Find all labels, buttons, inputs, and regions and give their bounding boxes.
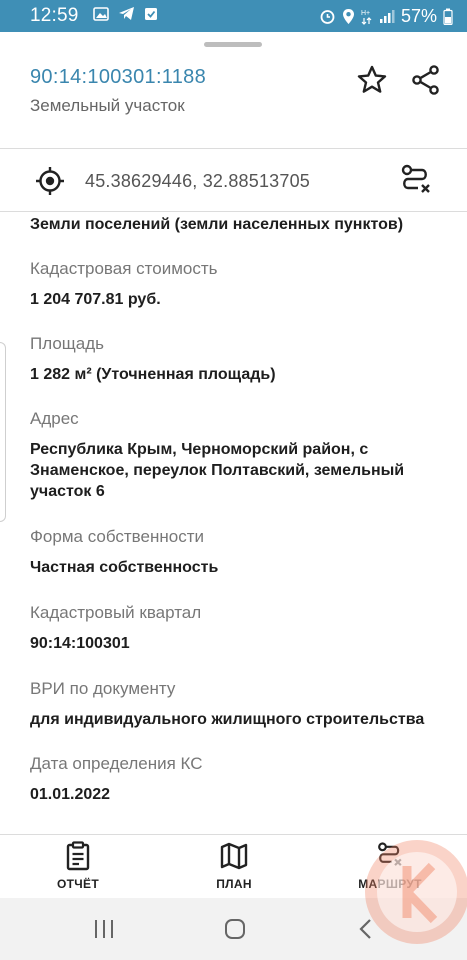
back-icon	[359, 919, 371, 939]
field-label: ВРИ по документу	[30, 679, 176, 698]
field-cadastral-quarter: Кадастровый квартал 90:14:100301	[30, 603, 460, 654]
field-value: 01.01.2022	[30, 786, 111, 803]
share-button[interactable]	[406, 62, 446, 98]
nav-plan-button[interactable]: ПЛАН	[206, 841, 262, 891]
report-icon	[66, 841, 90, 871]
field-label: Кадастровая стоимость	[30, 259, 218, 278]
header-divider	[0, 148, 467, 149]
land-category: Земли поселений (земли населенных пункто…	[30, 214, 460, 235]
field-value: 1 282 м² (Уточненная площадь)	[30, 366, 276, 383]
sheet-drag-handle[interactable]	[204, 42, 262, 47]
favorite-button[interactable]	[352, 62, 392, 98]
field-label: Площадь	[30, 334, 105, 353]
route-icon[interactable]	[398, 164, 434, 198]
object-type: Земельный участок	[30, 96, 185, 115]
coordinates-row: 45.38629446, 32.88513705	[0, 152, 467, 210]
field-value: 1 204 707.81 руб.	[30, 291, 161, 308]
nav-report-button[interactable]: ОТЧЁТ	[50, 841, 106, 891]
star-icon	[357, 65, 387, 93]
home-icon	[225, 919, 245, 939]
field-address: Адрес Республика Крым, Черноморский райо…	[30, 409, 455, 502]
battery-icon	[443, 8, 453, 25]
battery-percent: 57%	[400, 5, 437, 26]
status-bar: 12:59 H+ 57%	[0, 0, 467, 32]
share-icon	[412, 65, 439, 95]
nav-label: ОТЧЁТ	[57, 877, 99, 891]
status-time: 12:59	[30, 5, 79, 26]
home-button[interactable]	[213, 912, 257, 946]
recent-apps-button[interactable]	[82, 912, 126, 946]
field-cadastral-value: Кадастровая стоимость 1 204 707.81 руб.	[30, 259, 460, 310]
nav-route-button[interactable]: МАРШРУТ	[350, 841, 430, 891]
field-label: Кадастровый квартал	[30, 603, 202, 622]
side-panel-tab[interactable]	[0, 342, 6, 522]
coordinates-value[interactable]: 45.38629446, 32.88513705	[85, 171, 310, 192]
object-header: 90:14:100301:1188 Земельный участок	[0, 48, 467, 146]
hplus-network-icon: H+	[361, 8, 373, 25]
field-value: 90:14:100301	[30, 635, 130, 652]
nav-label: МАРШРУТ	[358, 877, 422, 891]
gallery-icon	[92, 6, 109, 26]
field-label: Адрес	[30, 409, 79, 428]
recent-apps-icon	[95, 920, 113, 938]
field-label: Дата определения КС	[30, 754, 203, 773]
cadastral-number: 90:14:100301:1188	[30, 66, 207, 88]
system-navigation-bar	[0, 898, 467, 960]
nav-label: ПЛАН	[216, 877, 252, 891]
details-list[interactable]: Земли поселений (земли населенных пункто…	[0, 212, 467, 832]
telegram-icon	[118, 6, 135, 26]
svg-text:H+: H+	[361, 10, 370, 17]
field-value: Частная собственность	[30, 559, 219, 576]
field-area: Площадь 1 282 м² (Уточненная площадь)	[30, 334, 460, 385]
field-label: Форма собственности	[30, 527, 204, 546]
route-icon	[378, 842, 402, 866]
bottom-navigation: ОТЧЁТ ПЛАН МАРШРУТ	[0, 834, 467, 898]
field-permitted-use: ВРИ по документу для индивидуального жил…	[30, 679, 460, 730]
field-value: Республика Крым, Черноморский район, с З…	[30, 441, 405, 500]
field-valuation-date: Дата определения КС 01.01.2022	[30, 754, 460, 805]
field-ownership: Форма собственности Частная собственност…	[30, 527, 460, 578]
back-button[interactable]	[344, 912, 388, 946]
signal-icon	[379, 9, 395, 24]
locate-icon[interactable]	[34, 165, 66, 197]
field-value: для индивидуального жилищного строительс…	[30, 711, 425, 728]
alarm-icon	[319, 8, 336, 25]
map-icon	[220, 842, 248, 870]
download-icon	[144, 7, 158, 26]
location-icon	[342, 8, 355, 25]
land-category-value: Земли поселений (земли населенных пункто…	[30, 216, 404, 233]
